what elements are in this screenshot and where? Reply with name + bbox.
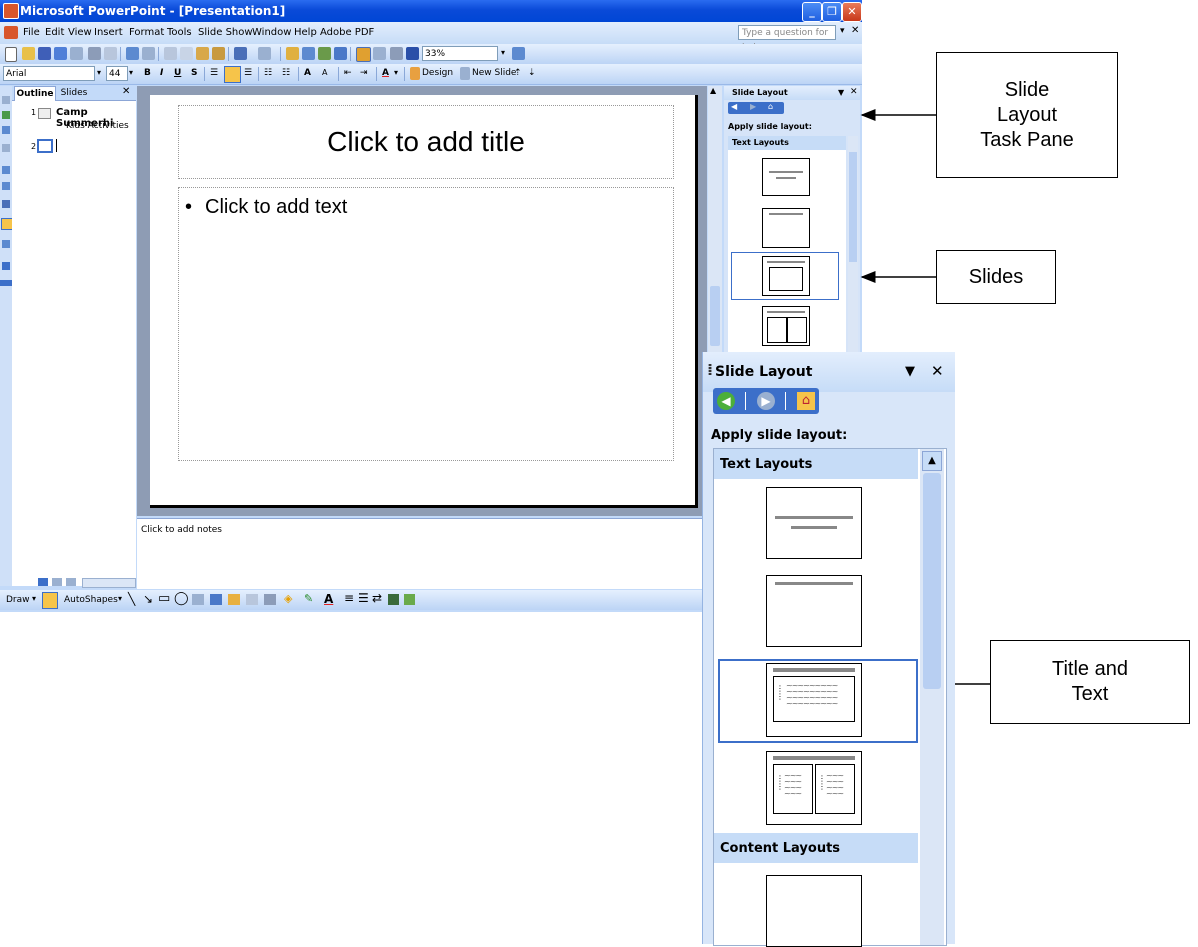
task-pane-large: ⁞ Slide Layout ▼ ✕ ◀ ▶ ⌂ Apply slide lay… [702, 352, 955, 947]
annotation-arrows [823, 109, 990, 690]
back-icon[interactable]: ◀ [717, 392, 735, 410]
content-layouts-header-large: Content Layouts [720, 841, 841, 856]
layout-scroll-thumb[interactable] [923, 473, 941, 689]
layout-list-large: Text Layouts ⋮ ⋮ ~~~~~~~~~ ~~~~~~~~~ ~~~~~~… [713, 448, 947, 947]
layout-title-only-2[interactable] [766, 575, 862, 647]
task-pane-title-large: Slide Layout [715, 364, 813, 380]
layout-blank[interactable] [766, 875, 862, 947]
layout-scrollbar[interactable]: ▲ [920, 449, 944, 945]
task-pane-close-icon-large[interactable]: ✕ [931, 362, 944, 380]
apply-layout-label-large: Apply slide layout: [711, 428, 848, 443]
task-pane-nav-bar-large: ◀ ▶ ⌂ [713, 388, 819, 414]
task-pane-dropdown-icon-large[interactable]: ▼ [905, 364, 915, 379]
text-layouts-header-large: Text Layouts [720, 457, 813, 472]
layout-title-and-text[interactable]: ⋮ ⋮ ~~~~~~~~~ ~~~~~~~~~ ~~~~~~~~~ ~~~~~~~~~ [766, 663, 862, 737]
layout-title-only[interactable] [766, 487, 862, 559]
layout-two-column-text[interactable]: ⋮ ⋮ ~~~ ~~~ ~~~ ~~~ ⋮ ⋮ ~~~ ~~~ ~~~ ~~~ [766, 751, 862, 825]
home-icon[interactable]: ⌂ [797, 392, 815, 410]
scroll-up-icon[interactable]: ▲ [922, 451, 942, 471]
forward-icon[interactable]: ▶ [757, 392, 775, 410]
